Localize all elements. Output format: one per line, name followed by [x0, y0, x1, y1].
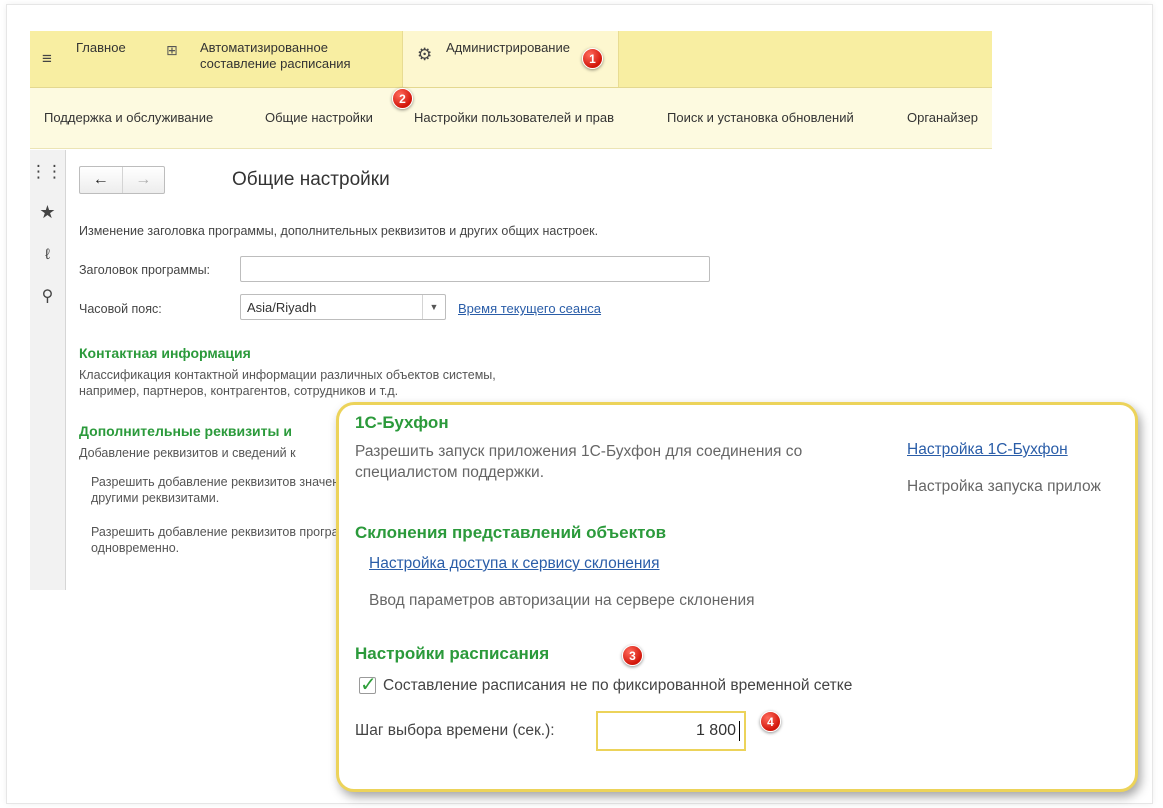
contact-info-title[interactable]: Контактная информация	[79, 345, 251, 361]
buhfon-description: Разрешить запуск приложения 1С-Бухфон дл…	[355, 443, 803, 481]
time-step-label: Шаг выбора времени (сек.):	[355, 722, 555, 739]
func-organizer[interactable]: Органайзер	[907, 110, 978, 125]
buhfon-settings-link[interactable]: Настройка 1С-Бухфон	[907, 441, 1068, 459]
page-title: Общие настройки	[232, 169, 390, 190]
form-description: Изменение заголовка программы, дополните…	[79, 224, 599, 238]
additional-props-title[interactable]: Дополнительные реквизиты и	[79, 423, 292, 439]
grid-table-icon: ⊞	[166, 42, 178, 58]
timezone-select[interactable]: Asia/Riyadh ▼	[240, 294, 446, 320]
history-icon[interactable]: ℓ	[30, 246, 65, 263]
text-caret	[739, 721, 740, 741]
caption-label: Заголовок программы:	[79, 263, 211, 277]
timezone-label: Часовой пояс:	[79, 302, 162, 316]
step-badge-2: 2	[392, 88, 413, 109]
buhfon-note: Настройка запуска прилож	[907, 478, 1101, 495]
session-time-link[interactable]: Время текущего сеанса	[458, 301, 601, 316]
step-badge-1: 1	[582, 48, 603, 69]
zoom-callout: 1С-Бухфон Разрешить запуск приложения 1С…	[336, 402, 1138, 792]
left-toolbar: ⋮⋮⋮ ★ ℓ ⚲	[30, 150, 79, 590]
navigation-buttons: ← →	[79, 166, 165, 194]
contact-info-description: Классификация контактной информации разл…	[79, 368, 496, 398]
step-badge-4: 4	[760, 711, 781, 732]
apps-grid-icon[interactable]: ⋮⋮⋮	[30, 162, 79, 182]
func-users-rights[interactable]: Настройки пользователей и прав	[414, 110, 614, 125]
screenshot-canvas: ≡ Главное ⊞ Автоматизированное составлен…	[0, 0, 1163, 808]
section-main-label: Главное	[76, 40, 126, 55]
section-auto-schedule-label: Автоматизированное составление расписани…	[200, 40, 351, 71]
declension-access-link[interactable]: Настройка доступа к сервису склонения	[369, 555, 659, 573]
section-auto-schedule[interactable]: ⊞ Автоматизированное составление расписа…	[160, 31, 405, 87]
timezone-value: Asia/Riyadh	[247, 300, 317, 315]
hamburger-menu-icon: ≡	[42, 49, 52, 68]
forward-button[interactable]: →	[121, 167, 165, 193]
star-icon[interactable]: ★	[30, 202, 65, 223]
func-support-maintenance[interactable]: Поддержка и обслуживание	[44, 110, 213, 125]
arrow-left-icon: ←	[92, 171, 109, 188]
func-general-settings[interactable]: Общие настройки	[265, 110, 373, 125]
schedule-checkbox[interactable]: ✓	[359, 674, 377, 696]
checkmark-icon: ✓	[360, 674, 377, 696]
schedule-checkbox-label[interactable]: Составление расписания не по фиксированн…	[383, 677, 852, 695]
sections-panel: ≡ Главное ⊞ Автоматизированное составлен…	[30, 31, 992, 88]
main-menu-button[interactable]: ≡	[30, 31, 64, 87]
back-button[interactable]: ←	[80, 167, 122, 193]
step-badge-3: 3	[622, 645, 643, 666]
additional-props-description: Добавление реквизитов и сведений к	[79, 446, 296, 460]
func-updates[interactable]: Поиск и установка обновлений	[667, 110, 854, 125]
section-administration-label: Администрирование	[446, 40, 570, 55]
time-step-value: 1 800	[695, 722, 736, 739]
declension-title: Склонения представлений объектов	[355, 523, 667, 542]
functions-bar: Поддержка и обслуживание Общие настройки…	[30, 88, 992, 149]
gear-icon: ⚙	[417, 45, 433, 64]
arrow-right-icon: →	[135, 171, 152, 188]
dropdown-arrow-icon[interactable]: ▼	[422, 295, 445, 319]
time-step-input[interactable]: 1 800	[596, 711, 746, 751]
section-main[interactable]: Главное	[70, 31, 160, 87]
caption-input[interactable]	[240, 256, 710, 282]
declension-note: Ввод параметров авторизации на сервере с…	[369, 592, 755, 609]
search-icon[interactable]: ⚲	[30, 286, 65, 306]
schedule-settings-title: Настройки расписания	[355, 644, 550, 663]
buhfon-title: 1С-Бухфон	[355, 413, 449, 432]
